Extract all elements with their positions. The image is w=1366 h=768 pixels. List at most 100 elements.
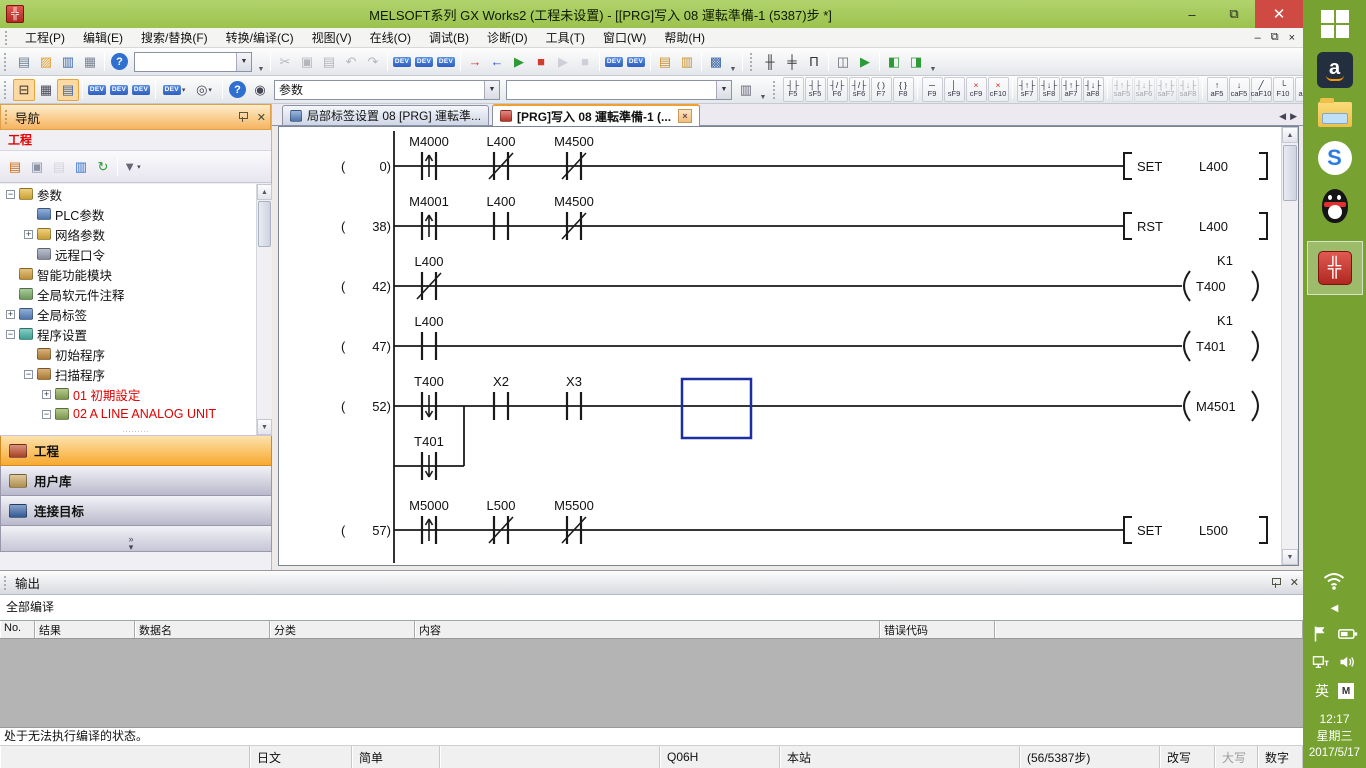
nav-view-button-连接目标[interactable]: 连接目标 (0, 496, 272, 526)
document-tab[interactable]: 局部标签设置 08 [PRG] 運転準... (282, 105, 489, 125)
ladder-canvas[interactable]: (0)M4000L400M4500SETL400(38)M4001L400M45… (279, 127, 1275, 563)
file-explorer-icon[interactable] (1318, 102, 1352, 127)
falling-pulse-branch-button[interactable]: ┤↓├aF8 (1083, 77, 1104, 102)
function-block-icon[interactable]: ▦ (35, 79, 57, 101)
refresh-icon[interactable]: ↻ (92, 156, 114, 178)
monitor-stop-icon[interactable]: ■ (530, 51, 552, 73)
output-close-icon[interactable]: ✕ (1290, 576, 1299, 589)
tree-item[interactable]: −扫描程序 (0, 364, 272, 384)
ladder-rung-step-52[interactable]: (52)T400X2X3T401M4501 (341, 374, 1258, 480)
rising-pulse-button[interactable]: ┤↑├sF7 (1017, 77, 1038, 102)
menu-item[interactable]: 视图(V) (303, 27, 361, 48)
paste-data-icon[interactable]: ▤ (48, 156, 70, 178)
rising-pulse-branch-button[interactable]: ┤↑├aF7 (1061, 77, 1082, 102)
gxworks2-taskbar-button[interactable]: ╬ (1307, 241, 1363, 295)
delete-vertical-line-button[interactable]: ×cF10 (988, 77, 1009, 102)
falling-pulse-close-button[interactable]: ┤↓├saF6 (1134, 77, 1155, 102)
toolbar-overflow-icon[interactable]: ▼ (727, 66, 739, 75)
tree-item[interactable]: 智能功能模块 (0, 264, 272, 284)
ladder-rung-step-42[interactable]: (42)L400T400K1 (341, 253, 1258, 301)
ladder-cursor[interactable] (682, 379, 751, 438)
tree-expander-icon[interactable]: + (6, 310, 15, 319)
closed-contact-branch-button[interactable]: ┤/├sF6 (849, 77, 870, 102)
combo-arrow-icon[interactable]: ▼ (484, 81, 499, 99)
nav-collapse-chevron[interactable]: »▾ (0, 526, 272, 552)
coil-button[interactable]: ( )F7 (871, 77, 892, 102)
flag-icon[interactable] (1311, 625, 1329, 643)
read-from-plc-icon[interactable]: ← (486, 51, 508, 73)
convert-all-icon[interactable]: ╪ (781, 51, 803, 73)
program-check-icon[interactable]: ◫ (832, 51, 854, 73)
tree-item[interactable]: −参数 (0, 184, 272, 204)
falling-pulse-close-branch-button[interactable]: ┤↓├saF8 (1178, 77, 1199, 102)
document-tab[interactable]: [PRG]写入 08 運転準備-1 (...× (492, 104, 700, 126)
nav-close-icon[interactable]: ✕ (257, 111, 266, 124)
tree-expander-icon[interactable]: + (24, 230, 33, 239)
note-edit-icon[interactable]: ▥ (676, 51, 698, 73)
monitor-write-icon[interactable]: ■ (574, 51, 596, 73)
quick-find-combo[interactable]: ▼ (134, 52, 252, 72)
scroll-down-icon[interactable]: ▼ (257, 419, 272, 435)
help-icon[interactable]: ? (111, 53, 128, 70)
device-combo[interactable]: 参数▼ (274, 80, 500, 100)
network-icon[interactable] (1312, 654, 1330, 670)
wifi-icon[interactable] (1321, 569, 1347, 591)
tree-item[interactable]: +全局标签 (0, 304, 272, 324)
qq-icon[interactable] (1319, 189, 1351, 227)
invert-operation-button[interactable]: ↑aF5 (1207, 77, 1228, 102)
tree-item[interactable]: +网络参数 (0, 224, 272, 244)
copy-icon[interactable]: ▣ (296, 51, 318, 73)
new-project-icon[interactable]: ▤ (13, 51, 35, 73)
new-data-icon[interactable]: ▤ (4, 156, 26, 178)
find-binoculars-icon[interactable]: ◉ (249, 79, 271, 101)
taskbar-clock[interactable]: 12:17 星期三 2017/5/17 (1309, 711, 1360, 762)
tree-expander-icon[interactable]: − (42, 410, 51, 419)
menu-item[interactable]: 转换/编译(C) (217, 27, 303, 48)
tree-expander-icon[interactable]: + (42, 390, 51, 399)
speaker-icon[interactable] (1339, 654, 1357, 670)
device-comment-display-icon[interactable]: DEV (391, 51, 413, 73)
tree-item[interactable]: −02 A LINE ANALOG UNIT (0, 404, 272, 424)
amazon-icon[interactable]: a (1317, 52, 1353, 88)
save-project-icon[interactable]: ▥ (57, 51, 79, 73)
tree-item[interactable]: −程序设置 (0, 324, 272, 344)
open-project-icon[interactable]: ▨ (35, 51, 57, 73)
tree-item[interactable]: 全局软元件注释 (0, 284, 272, 304)
rising-pulse-close-button[interactable]: ┤↑├saF5 (1112, 77, 1133, 102)
device-test-icon[interactable]: DEV (603, 51, 625, 73)
sogou-browser-icon[interactable]: S (1318, 141, 1352, 175)
tab-scroll-left-icon[interactable]: ◀ (1279, 111, 1286, 122)
ladder-rung-step-47[interactable]: (47)L400T401K1 (341, 313, 1258, 361)
tree-resize-handle[interactable]: ......... (123, 427, 150, 434)
device-batch-icon[interactable]: DEV (625, 51, 647, 73)
toolbar-overflow-icon[interactable]: ▼ (927, 66, 939, 75)
menu-item[interactable]: 搜索/替换(F) (132, 27, 217, 48)
close-button[interactable]: ✕ (1255, 0, 1303, 28)
statement-icon[interactable]: ▤ (654, 51, 676, 73)
value-combo[interactable]: ▼ (506, 80, 732, 100)
redo-icon[interactable]: ↷ (362, 51, 384, 73)
operation-result-invert-button[interactable]: ╱caF10 (1251, 77, 1272, 102)
tree-expander-icon[interactable]: − (24, 370, 33, 379)
tree-item[interactable]: +01 初期設定 (0, 384, 272, 404)
ladder-scroll-down-icon[interactable]: ▼ (1282, 549, 1298, 565)
windows-start-icon[interactable] (1321, 10, 1349, 38)
vertical-line-button[interactable]: │sF9 (944, 77, 965, 102)
tree-expander-icon[interactable]: − (6, 330, 15, 339)
open-contact-branch-button[interactable]: ┤├sF5 (805, 77, 826, 102)
nav-view-button-工程[interactable]: 工程 (0, 436, 272, 466)
find-device-icon[interactable]: ◎▾ (189, 79, 219, 101)
device-comment-icon[interactable]: DEV (86, 79, 108, 101)
device-monitor-display-icon[interactable]: DEV (435, 51, 457, 73)
combo-arrow-icon[interactable]: ▼ (716, 81, 731, 99)
ladder-rung-step-38[interactable]: (38)M4001L400M4500RSTL400 (341, 194, 1267, 240)
nav-view-button-用户库[interactable]: 用户库 (0, 466, 272, 496)
monitor-start-icon[interactable]: ▶ (508, 51, 530, 73)
battery-icon[interactable] (1338, 626, 1358, 642)
restore-button[interactable]: ⧉ (1213, 0, 1255, 28)
cut-icon[interactable]: ✂ (274, 51, 296, 73)
label-monitor-icon[interactable]: ◧ (883, 51, 905, 73)
scroll-up-icon[interactable]: ▲ (257, 184, 272, 200)
tree-item[interactable]: 远程口令 (0, 244, 272, 264)
tab-scroll-right-icon[interactable]: ▶ (1290, 111, 1297, 122)
